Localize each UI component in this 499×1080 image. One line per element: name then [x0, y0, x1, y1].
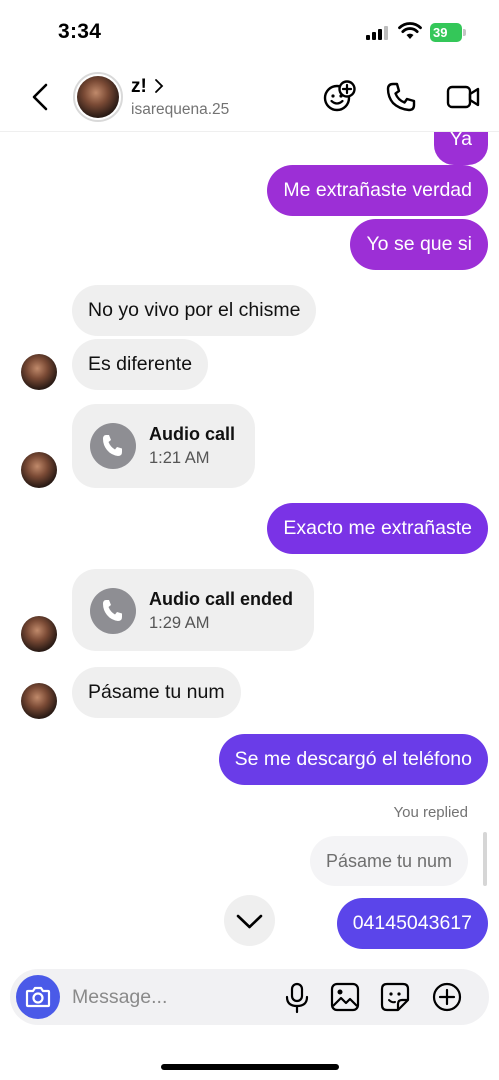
chat-header: z! isarequena.25 [0, 62, 499, 132]
contact-username[interactable]: isarequena.25 [131, 101, 229, 119]
message-bubble-outgoing[interactable]: Exacto me extrañaste [267, 503, 488, 554]
add-emoji-icon[interactable] [322, 80, 358, 114]
add-circle-icon[interactable] [431, 982, 463, 1014]
wifi-icon [398, 22, 422, 39]
cellular-signal-icon [366, 26, 390, 40]
message-bubble-incoming[interactable]: Es diferente [72, 339, 209, 390]
battery-level: 39 [430, 23, 462, 42]
call-time: 1:21 AM [149, 449, 210, 467]
back-chevron-icon[interactable] [26, 80, 56, 114]
phone-call-icon [90, 423, 136, 469]
message-input[interactable] [72, 977, 272, 1017]
scroll-to-bottom-button[interactable] [224, 895, 275, 946]
message-thread[interactable]: Ya Me extrañaste verdad Yo se que si No … [0, 132, 499, 962]
battery-icon: 39 [430, 23, 466, 42]
sender-avatar[interactable] [21, 616, 57, 652]
message-bubble-outgoing[interactable]: Se me descargó el teléfono [218, 734, 488, 785]
message-bubble-outgoing[interactable]: Ya [433, 132, 488, 165]
video-icon[interactable] [445, 80, 481, 114]
gallery-icon[interactable] [330, 982, 360, 1012]
call-title: Audio call ended [149, 589, 294, 609]
camera-icon [25, 986, 51, 1008]
missed-call-icon [90, 588, 136, 634]
sender-avatar[interactable] [21, 354, 57, 390]
reply-label: You replied [393, 804, 468, 821]
scrollbar[interactable] [483, 832, 487, 886]
sender-avatar[interactable] [21, 683, 57, 719]
audio-call-ended-card[interactable]: Audio call ended 1:29 AM [72, 569, 314, 651]
sender-avatar[interactable] [21, 452, 57, 488]
camera-button[interactable] [16, 975, 60, 1019]
contact-avatar[interactable] [73, 72, 123, 122]
contact-name[interactable]: z! [131, 76, 147, 98]
reply-preview-bubble[interactable]: Pásame tu num [309, 836, 468, 886]
call-title: Audio call [149, 424, 236, 444]
home-indicator[interactable] [161, 1064, 339, 1070]
status-bar: 3:34 39 [0, 0, 499, 62]
message-bubble-outgoing[interactable]: 04145043617 [336, 898, 488, 949]
message-bubble-incoming[interactable]: No yo vivo por el chisme [72, 285, 317, 336]
audio-call-card[interactable]: Audio call 1:21 AM [72, 404, 255, 488]
message-bubble-incoming[interactable]: Pásame tu num [72, 667, 241, 718]
microphone-icon[interactable] [284, 982, 310, 1014]
chevron-right-icon[interactable] [153, 78, 165, 94]
call-time: 1:29 AM [149, 614, 210, 632]
phone-icon[interactable] [384, 80, 418, 114]
message-composer [10, 969, 489, 1025]
message-bubble-outgoing[interactable]: Yo se que si [350, 219, 488, 270]
sticker-icon[interactable] [380, 982, 410, 1012]
message-bubble-outgoing[interactable]: Me extrañaste verdad [267, 165, 488, 216]
status-time: 3:34 [58, 20, 102, 43]
chevron-down-icon [236, 914, 263, 929]
